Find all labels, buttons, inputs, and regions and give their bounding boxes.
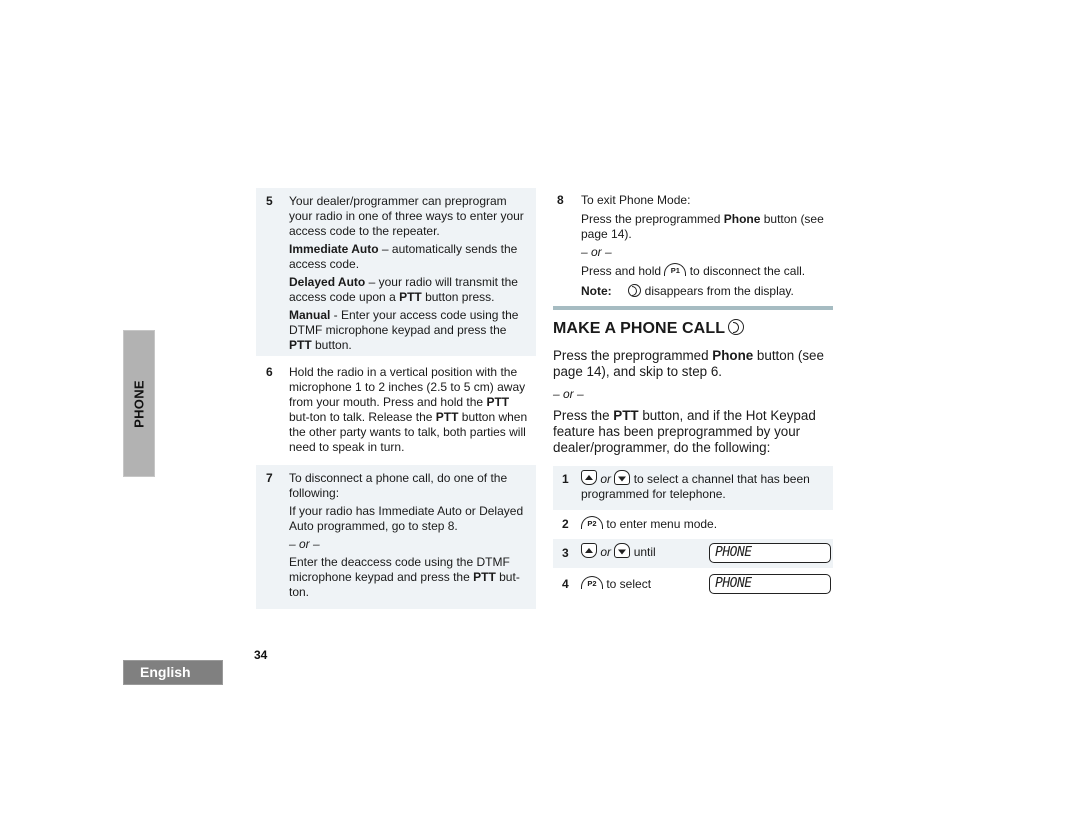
- ptt-label: PTT: [435, 410, 459, 424]
- page-number: 34: [254, 648, 268, 662]
- step-6: 6 Hold the radio in a vertical position …: [256, 360, 536, 465]
- p1-button-icon: P1: [664, 263, 687, 277]
- step-text: to select: [603, 577, 652, 591]
- step-body: To exit Phone Mode: Press the preprogram…: [581, 193, 828, 302]
- section-title-text: MAKE A PHONE CALL: [553, 320, 726, 337]
- phone-label: Phone: [712, 348, 754, 363]
- lcd-display: PHONE: [709, 574, 831, 594]
- step-number: 4: [562, 577, 569, 591]
- step-number: 5: [266, 194, 273, 208]
- option-a: Press the preprogrammed Phone button (se…: [581, 212, 828, 242]
- step-8: 8 To exit Phone Mode: Press the preprogr…: [550, 188, 834, 306]
- section-divider: [553, 306, 833, 310]
- procedure-step-1: 1 or to select a channel that has been p…: [553, 466, 833, 510]
- note-text: disappears from the display.: [641, 284, 794, 298]
- ptt-label: PTT: [473, 570, 496, 584]
- p2-button-icon: P2: [581, 576, 603, 590]
- ptt-label: PTT: [289, 338, 312, 352]
- option-manual: Manual - Enter your access code using th…: [289, 308, 530, 353]
- step-body: To disconnect a phone call, do one of th…: [289, 471, 530, 603]
- text: to disconnect the call.: [686, 264, 806, 278]
- step-intro: To exit Phone Mode:: [581, 193, 691, 207]
- up-arrow-key-icon: [581, 470, 597, 486]
- note: Note: disappears from the display.: [581, 284, 828, 299]
- down-arrow-key-icon: [614, 470, 631, 486]
- section-side-tab-label: PHONE: [131, 379, 147, 428]
- step-7: 7 To disconnect a phone call, do one of …: [256, 465, 536, 609]
- p2-button-icon: P2: [581, 516, 603, 530]
- step-number: 8: [557, 193, 564, 207]
- text: but-ton to talk. Release the: [289, 410, 436, 424]
- intro-para-1: Press the preprogrammed Phone button (se…: [553, 348, 835, 380]
- step-text: Hold the radio in a vertical position wi…: [289, 365, 530, 455]
- step-body: P2 to enter menu mode.: [581, 516, 829, 532]
- option-delayed-auto: Delayed Auto – your radio will transmit …: [289, 275, 530, 305]
- intro-para-2: Press the PTT button, and if the Hot Key…: [553, 408, 835, 456]
- step-number: 6: [266, 365, 273, 379]
- section-title: MAKE A PHONE CALL: [553, 318, 745, 338]
- step-body: Your dealer/programmer can preprogram yo…: [289, 194, 530, 356]
- option-term: Immediate Auto: [289, 242, 379, 256]
- option-b: Enter the deaccess code using the DTMF m…: [289, 555, 530, 600]
- ptt-label: PTT: [486, 395, 510, 409]
- option-text: button.: [311, 338, 352, 352]
- option-a: If your radio has Immediate Auto or Dela…: [289, 504, 524, 533]
- language-tab: English: [123, 660, 223, 685]
- ptt-label: PTT: [613, 408, 639, 423]
- phone-label: Phone: [723, 212, 761, 226]
- section-intro: Press the preprogrammed Phone button (se…: [553, 348, 835, 462]
- or-text: or: [600, 545, 612, 559]
- up-arrow-key-icon: [581, 543, 597, 559]
- step-number: 7: [266, 471, 273, 485]
- note-label: Note:: [581, 284, 612, 298]
- step-text: to enter menu mode.: [603, 517, 718, 531]
- procedure-step-4: 4 P2 to select PHONE: [553, 570, 833, 598]
- procedure-step-2: 2 P2 to enter menu mode.: [553, 512, 833, 538]
- step-intro: To disconnect a phone call, do one of th…: [289, 471, 508, 500]
- step-text: until: [630, 545, 656, 559]
- phone-icon: [728, 318, 745, 335]
- option-term: Manual: [289, 308, 331, 322]
- or-text: or: [600, 472, 612, 486]
- text: Press and hold: [581, 264, 665, 278]
- option-immediate-auto: Immediate Auto – automatically sends the…: [289, 242, 530, 272]
- step-body: Hold the radio in a vertical position wi…: [289, 365, 530, 458]
- option-term: Delayed Auto: [289, 275, 366, 289]
- lcd-display: PHONE: [709, 543, 831, 563]
- or-divider: – or –: [581, 245, 612, 259]
- step-number: 3: [562, 546, 569, 560]
- step-body: or to select a channel that has been pro…: [581, 470, 829, 502]
- step-intro: Your dealer/programmer can preprogram yo…: [289, 194, 524, 238]
- down-arrow-key-icon: [614, 543, 631, 559]
- step-5: 5 Your dealer/programmer can preprogram …: [256, 188, 536, 356]
- procedure-step-3: 3 or until PHONE: [553, 539, 833, 568]
- phone-icon: [628, 284, 642, 298]
- ptt-label: PTT: [399, 290, 422, 304]
- or-divider: – or –: [289, 537, 320, 551]
- option-b: Press and hold P1 to disconnect the call…: [581, 263, 828, 279]
- text: Press the preprogrammed: [553, 348, 713, 363]
- option-text: button press.: [421, 290, 495, 304]
- text: Press the preprogrammed: [581, 212, 724, 226]
- section-side-tab: PHONE: [123, 330, 155, 477]
- or-divider: – or –: [553, 387, 584, 401]
- step-number: 1: [562, 472, 569, 486]
- text: Press the: [553, 408, 614, 423]
- step-number: 2: [562, 517, 569, 531]
